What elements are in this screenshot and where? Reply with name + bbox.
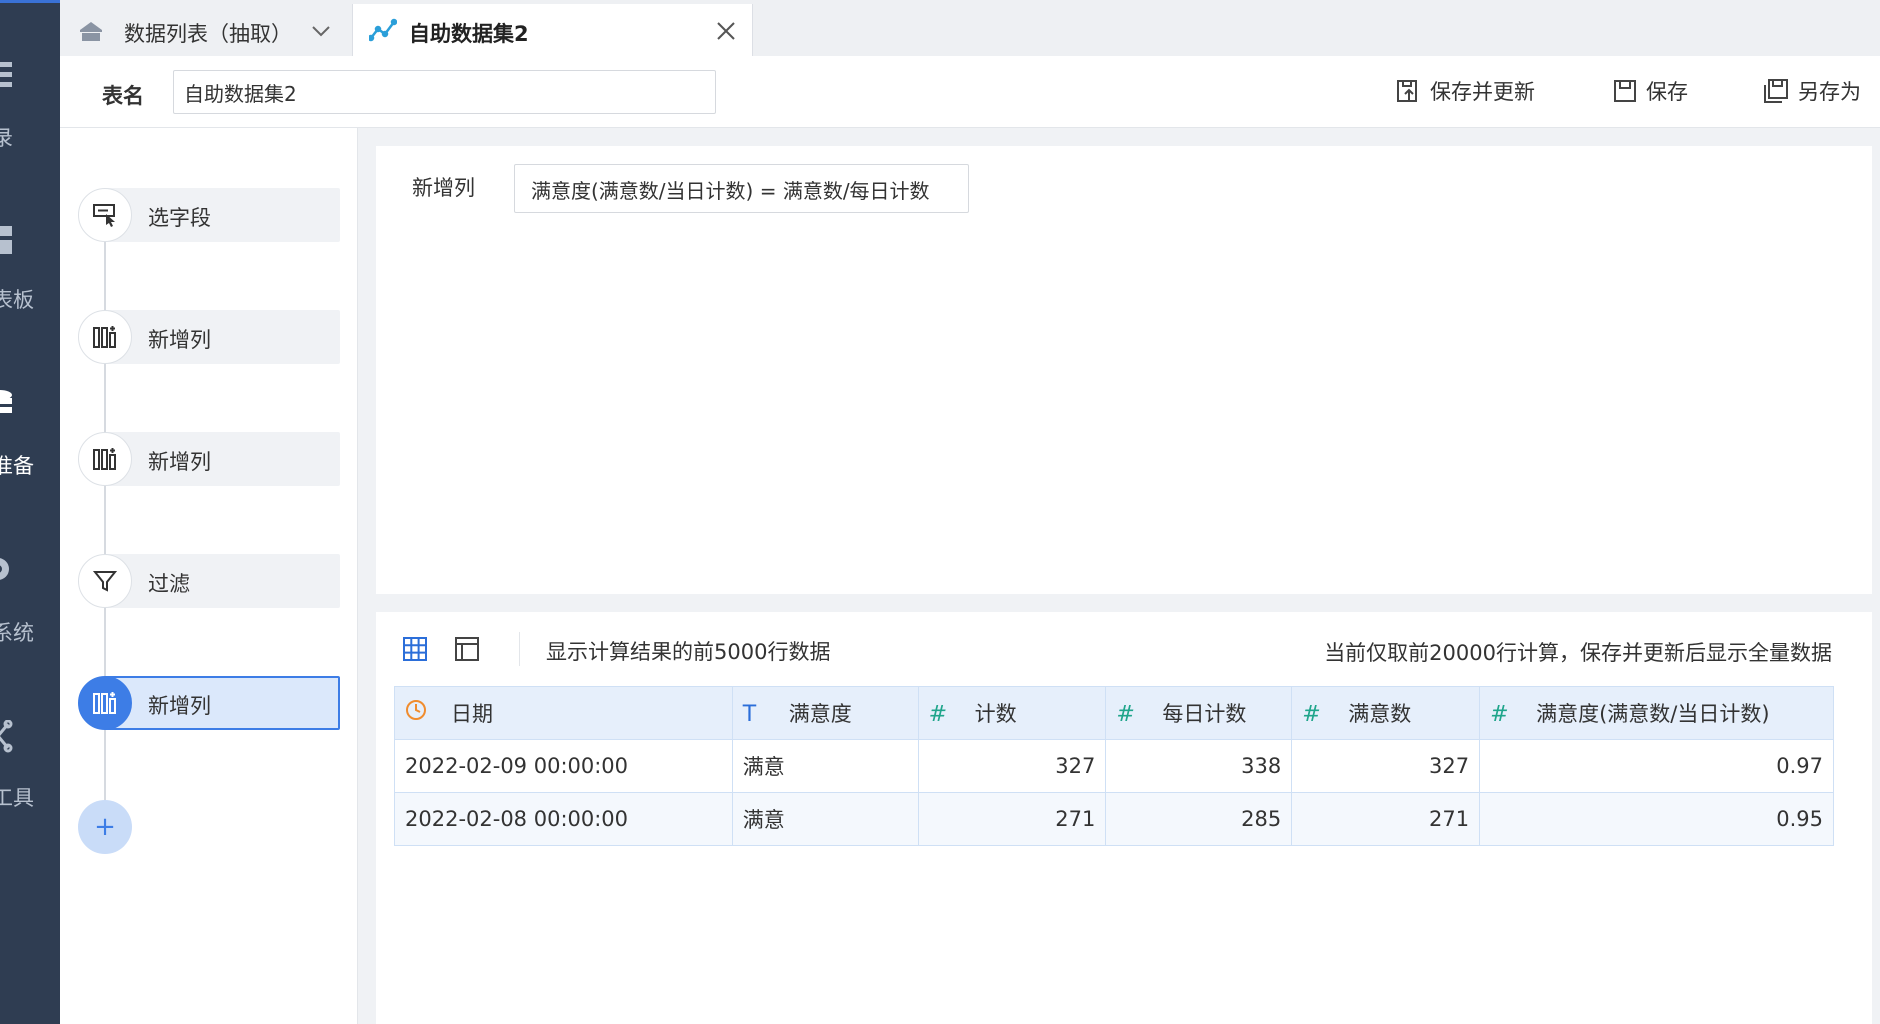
nav-top-accent: [0, 0, 60, 3]
formula-label: 新增列: [412, 176, 475, 200]
filter-icon: [78, 554, 132, 608]
cell-satisfied-count: 271: [1291, 792, 1481, 846]
tab-label: 数据列表（抽取）: [124, 22, 292, 46]
step-label: 新增列: [148, 450, 211, 474]
hash-icon: #: [1490, 702, 1509, 727]
add-column-icon: [78, 432, 132, 486]
step-add-column-3[interactable]: 新增列: [78, 676, 340, 730]
steps-panel: 选字段 新增列 新增列 过滤 新增列 +: [60, 128, 358, 1024]
column-header-date[interactable]: 日期: [394, 686, 733, 740]
save-update-icon: [1397, 80, 1417, 102]
hash-icon: #: [1116, 702, 1135, 727]
table-row: 2022-02-08 00:00:00 满意 271 285 271 0.95: [394, 792, 1834, 846]
nav-label: 表板: [0, 288, 34, 312]
step-label: 新增列: [148, 694, 211, 718]
layout-view-icon[interactable]: [454, 636, 480, 662]
formula-panel: 新增列 满意度(满意数/当日计数) = 满意数/每日计数: [376, 146, 1872, 594]
cell-satisfaction-rate: 0.95: [1479, 792, 1834, 846]
tab-data-list[interactable]: 数据列表（抽取）: [60, 4, 353, 56]
preview-table: 日期 T 满意度 # 计数 # 每日计数 # 满意数 # 满意度(满意数/当日计数): [394, 686, 1834, 846]
tab-bar: 数据列表（抽取） 自助数据集2: [60, 0, 1880, 56]
nav-item-directory[interactable]: 录: [0, 62, 60, 182]
save-icon: [1614, 80, 1636, 102]
column-header-count[interactable]: # 计数: [917, 686, 1107, 740]
preview-panel: 显示计算结果的前5000行数据 当前仅取前20000行计算，保存并更新后显示全量…: [376, 612, 1872, 1024]
step-label: 新增列: [148, 328, 211, 352]
preview-calc-hint: 当前仅取前20000行计算，保存并更新后显示全量数据: [1324, 641, 1832, 665]
nav-label: 系统: [0, 621, 34, 645]
step-bar: [104, 676, 340, 730]
step-label: 选字段: [148, 206, 211, 230]
column-header-satisfaction[interactable]: T 满意度: [731, 686, 919, 740]
cell-satisfied-count: 327: [1291, 739, 1481, 793]
table-row: 2022-02-09 00:00:00 满意 327 338 327 0.97: [394, 739, 1834, 793]
preview-toolbar: 显示计算结果的前5000行数据 当前仅取前20000行计算，保存并更新后显示全量…: [376, 612, 1872, 684]
step-label: 过滤: [148, 572, 190, 596]
nav-label: 准备: [0, 454, 34, 478]
add-column-icon: [78, 310, 132, 364]
nav-label: 录: [0, 126, 13, 150]
save-as-label: 另存为: [1798, 80, 1861, 104]
nav-item-tools[interactable]: 工具: [0, 719, 60, 840]
step-filter[interactable]: 过滤: [78, 554, 340, 608]
line-chart-icon: [367, 18, 398, 44]
tab-self-dataset[interactable]: 自助数据集2: [353, 4, 753, 56]
save-as-icon: [1764, 79, 1788, 103]
table-header-row: 日期 T 满意度 # 计数 # 每日计数 # 满意数 # 满意度(满意数/当日计数): [394, 686, 1834, 740]
home-icon: [78, 18, 104, 44]
nav-item-data-prep[interactable]: 准备: [0, 390, 60, 510]
cell-date: 2022-02-08 00:00:00: [394, 792, 733, 846]
cell-daily-count: 285: [1105, 792, 1293, 846]
steps-connector-line: [104, 215, 106, 825]
nav-item-dashboard[interactable]: 表板: [0, 226, 60, 346]
column-header-satisfied-count[interactable]: # 满意数: [1291, 686, 1481, 740]
step-add-column-1[interactable]: 新增列: [78, 310, 340, 364]
add-step-button[interactable]: +: [78, 800, 132, 854]
menu-icon: [0, 62, 16, 92]
save-label: 保存: [1646, 80, 1688, 104]
tab-label: 自助数据集2: [409, 22, 529, 46]
left-nav: 录 表板 准备 系统 工具: [0, 0, 60, 1024]
nav-item-system[interactable]: 系统: [0, 555, 60, 675]
add-column-icon: [78, 676, 132, 730]
table-name-input[interactable]: [173, 70, 716, 114]
cell-count: 327: [917, 739, 1107, 793]
step-bar: [104, 554, 340, 608]
step-bar: [104, 188, 340, 242]
select-field-icon: [78, 188, 132, 242]
toolbar-divider: [519, 632, 520, 666]
database-icon: [0, 390, 16, 420]
cell-daily-count: 338: [1105, 739, 1293, 793]
grid-view-icon[interactable]: [402, 636, 428, 662]
save-as-button[interactable]: 另存为: [1762, 76, 1861, 106]
step-bar: [104, 432, 340, 486]
cell-date: 2022-02-09 00:00:00: [394, 739, 733, 793]
column-header-daily-count[interactable]: # 每日计数: [1105, 686, 1293, 740]
column-header-satisfaction-rate[interactable]: # 满意度(满意数/当日计数): [1479, 686, 1834, 740]
save-and-update-button[interactable]: 保存并更新: [1396, 76, 1535, 106]
dashboard-icon: [0, 226, 16, 256]
gear-icon: [0, 555, 16, 585]
save-and-update-label: 保存并更新: [1430, 80, 1535, 104]
cell-satisfaction: 满意: [731, 792, 919, 846]
hash-icon: #: [1302, 702, 1321, 727]
share-nodes-icon: [0, 719, 16, 753]
cell-satisfaction-rate: 0.97: [1479, 739, 1834, 793]
text-icon: T: [742, 702, 757, 727]
step-add-column-2[interactable]: 新增列: [78, 432, 340, 486]
chevron-down-icon[interactable]: [310, 20, 332, 42]
close-icon[interactable]: [715, 20, 737, 42]
step-bar: [104, 310, 340, 364]
clock-icon: [405, 699, 433, 727]
save-button[interactable]: 保存: [1612, 76, 1688, 106]
cell-count: 271: [917, 792, 1107, 846]
cell-satisfaction: 满意: [731, 739, 919, 793]
step-select-fields[interactable]: 选字段: [78, 188, 340, 242]
formula-expression[interactable]: 满意度(满意数/当日计数) = 满意数/每日计数: [514, 164, 969, 213]
table-name-header: 表名 保存并更新 保存 另存为: [60, 56, 1880, 128]
hash-icon: #: [928, 702, 948, 727]
preview-row-hint: 显示计算结果的前5000行数据: [546, 640, 831, 664]
nav-label: 工具: [0, 786, 34, 810]
table-name-label: 表名: [102, 84, 144, 108]
